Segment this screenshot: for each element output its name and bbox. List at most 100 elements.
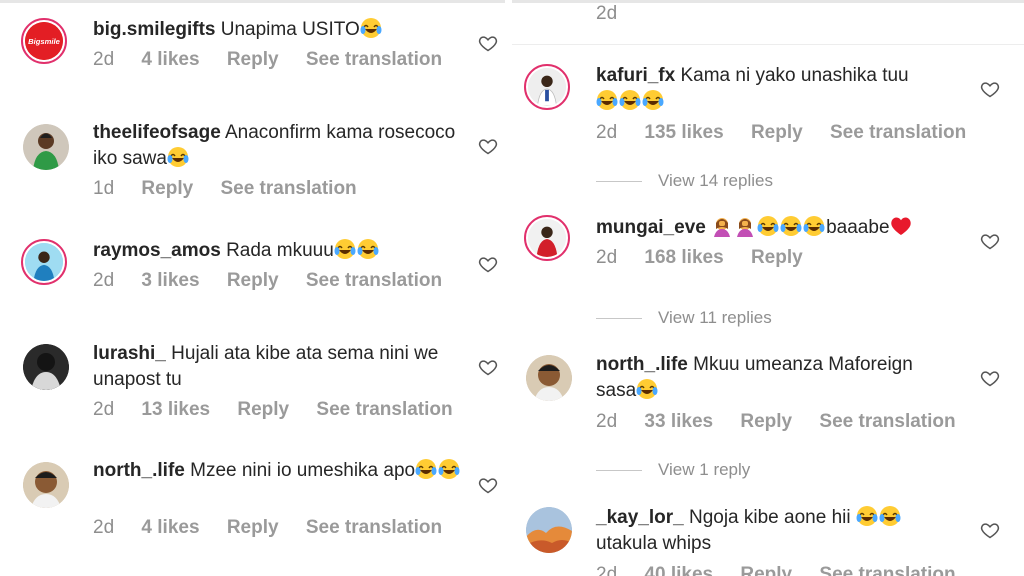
view-replies-button[interactable]: View 11 replies [596,308,772,328]
likes-count[interactable]: 4 likes [141,49,199,70]
comment-item: theelifeofsage Anaconfirm kama rosecoco … [0,110,505,230]
likes-count[interactable]: 3 likes [141,270,199,291]
see-translation-button[interactable]: See translation [306,517,442,538]
heart-icon[interactable] [980,368,1000,388]
comment-item: _kay_lor_ Ngoja kibe aone hii utakula wh… [512,490,1024,576]
laughing-tears-emoji-icon [596,89,618,111]
see-translation-button[interactable]: See translation [306,270,442,291]
avatar[interactable] [526,355,572,401]
comment-username[interactable]: big.smilegifts [93,19,215,40]
comment-time: 2d [93,270,115,291]
comment-meta: 1d Reply See translation [93,178,379,200]
likes-count[interactable]: 33 likes [644,411,713,432]
person-photo [528,68,566,106]
comments-panel-right: 2d kafuri_fx Kama ni yako unashika tuu 2… [512,0,1024,576]
landscape-photo [526,507,572,553]
heart-icon[interactable] [478,475,498,495]
comment-time: 2d [93,399,115,420]
avatar[interactable]: Bigsmile [21,18,67,64]
brand-logo: Bigsmile [25,22,63,60]
comment-meta: 2d 40 likes Reply See translation [596,564,978,576]
comment-username[interactable]: lurashi_ [93,343,166,364]
comment-meta: 2d 4 likes Reply See translation [93,517,464,539]
comment-time: 2d [596,3,618,24]
reply-button[interactable]: Reply [227,517,279,538]
red-heart-emoji-icon [890,215,912,237]
replies-dash [596,181,642,183]
reply-button[interactable]: Reply [740,411,792,432]
comment-meta: 2d 13 likes Reply See translation [93,399,475,421]
avatar[interactable] [23,462,69,508]
see-translation-button[interactable]: See translation [306,49,442,70]
comment-text: Ngoja kibe aone hii [688,507,851,528]
comment-username[interactable]: north_.life [93,460,185,481]
avatar[interactable] [526,507,572,553]
reply-button[interactable]: Reply [227,270,279,291]
comment-text: Rada mkuuu [226,240,334,261]
comment-username[interactable]: _kay_lor_ [596,507,684,528]
see-translation-button[interactable]: See translation [316,399,452,420]
likes-count[interactable]: 4 likes [141,517,199,538]
laughing-tears-emoji-icon [636,378,658,400]
comment-item: north_.life Mzee nini io umeshika apo 2d… [0,450,505,576]
replies-dash [596,318,642,320]
likes-count[interactable]: 135 likes [644,122,723,143]
laughing-tears-emoji-icon [438,458,460,480]
laughing-tears-emoji-icon [879,505,901,527]
comment-username[interactable]: theelifeofsage [93,122,221,143]
view-replies-button[interactable]: View 14 replies [596,171,773,191]
reply-button[interactable]: Reply [227,49,279,70]
avatar[interactable] [524,215,570,261]
laughing-tears-emoji-icon [757,215,779,237]
likes-count[interactable]: 168 likes [644,247,723,268]
comment-meta: 2d 33 likes Reply See translation [596,411,978,433]
reply-button[interactable]: Reply [740,564,792,576]
heart-icon[interactable] [980,231,1000,251]
heart-icon[interactable] [478,33,498,53]
comment-item: Bigsmile big.smilegifts Unapima USITO 2d… [0,0,505,110]
heart-icon[interactable] [478,357,498,377]
avatar[interactable] [23,124,69,170]
woman-facepalming-emoji-icon [711,215,733,237]
comment-username[interactable]: raymos_amos [93,240,221,261]
reply-button[interactable]: Reply [751,122,803,143]
avatar[interactable] [21,239,67,285]
comments-panel-left: Bigsmile big.smilegifts Unapima USITO 2d… [0,0,505,576]
person-photo [23,124,69,170]
comment-meta: 2d 168 likes Reply [596,247,825,269]
woman-facepalming-emoji-icon [734,215,756,237]
see-translation-button[interactable]: See translation [819,411,955,432]
comment-meta: 2d 3 likes Reply See translation [93,270,464,292]
comment-text-line-2: utakula whips [596,533,712,554]
comment-username[interactable]: mungai_eve [596,217,706,238]
likes-count[interactable]: 40 likes [644,564,713,576]
laughing-tears-emoji-icon [167,146,189,168]
avatar[interactable] [524,64,570,110]
likes-count[interactable]: 13 likes [141,399,210,420]
see-translation-button[interactable]: See translation [830,122,966,143]
heart-icon[interactable] [980,520,1000,540]
reply-button[interactable]: Reply [141,178,193,199]
laughing-tears-emoji-icon [856,505,878,527]
laughing-tears-emoji-icon [334,238,356,260]
divider [512,44,1024,45]
reply-button[interactable]: Reply [751,247,803,268]
comment-username[interactable]: north_.life [596,354,688,375]
laughing-tears-emoji-icon [619,89,641,111]
comment-username[interactable]: kafuri_fx [596,65,675,86]
see-translation-button[interactable]: See translation [819,564,955,576]
view-replies-button[interactable]: View 1 reply [596,460,750,480]
laughing-tears-emoji-icon [415,458,437,480]
avatar[interactable] [23,344,69,390]
heart-icon[interactable] [980,79,1000,99]
comment-text: Unapima USITO [220,19,360,40]
see-translation-button[interactable]: See translation [220,178,356,199]
top-shade [512,0,1024,3]
person-photo [25,243,63,281]
comment-text: Mzee nini io umeshika apo [190,460,416,481]
person-photo [23,344,69,390]
comment-text: Kama ni yako unashika tuu [680,65,909,86]
heart-icon[interactable] [478,136,498,156]
heart-icon[interactable] [478,254,498,274]
reply-button[interactable]: Reply [237,399,289,420]
